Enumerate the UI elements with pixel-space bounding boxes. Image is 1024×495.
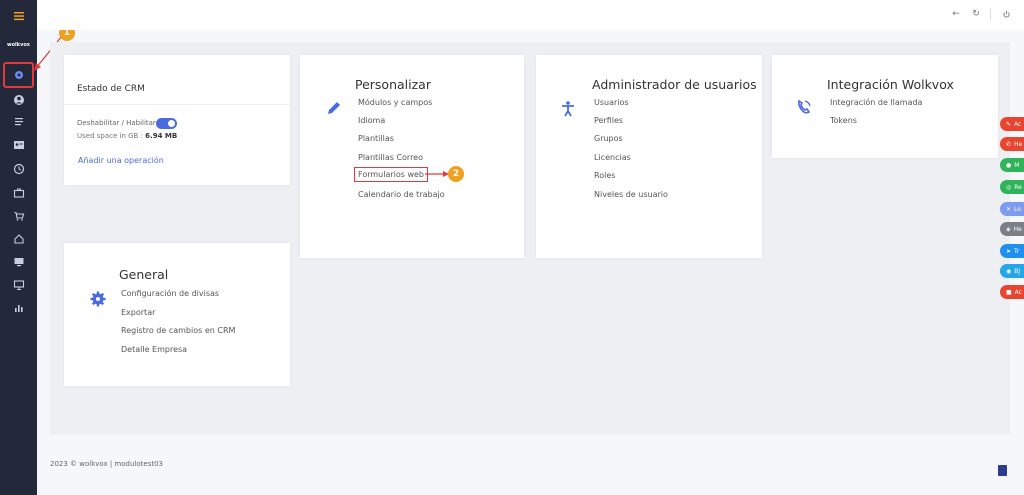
- accessibility-icon: [562, 101, 574, 117]
- sidebar-item-presentation[interactable]: [0, 274, 37, 296]
- settings-icon: [14, 71, 23, 79]
- home-icon: [13, 234, 24, 244]
- side-button-9[interactable]: ■ Ac: [1000, 285, 1024, 299]
- gear-icon: [90, 291, 106, 307]
- link-plantillas-correo[interactable]: Plantillas Correo: [358, 153, 423, 162]
- side-button-3-label: M: [1014, 161, 1020, 169]
- top-bar: ← ↻: [37, 0, 1024, 30]
- annotation-arrow-2: [425, 171, 449, 177]
- annotation-badge-2: 2: [448, 166, 464, 182]
- phone-icon: [798, 99, 811, 114]
- back-icon[interactable]: ←: [950, 8, 962, 20]
- sidebar-item-history[interactable]: [0, 158, 37, 180]
- refresh-icon[interactable]: ↻: [970, 8, 982, 20]
- side-button-9-label: Ac: [1014, 288, 1022, 296]
- divider: [64, 104, 290, 105]
- divider: [990, 8, 991, 20]
- link-configuracion-divisas[interactable]: Configuración de divisas: [121, 289, 219, 298]
- briefcase-icon: [13, 188, 24, 198]
- link-niveles-usuario[interactable]: Niveles de usuario: [594, 190, 668, 199]
- crm-status-card: Estado de CRM Deshabilitar / Habilitar U…: [64, 55, 290, 185]
- link-integracion-llamada[interactable]: Integración de llamada: [830, 98, 922, 107]
- presentation-icon: [13, 280, 24, 290]
- sidebar-item-home[interactable]: [0, 228, 37, 250]
- add-operation-link[interactable]: Añadir una operación: [78, 156, 164, 165]
- pencil-icon: [328, 102, 340, 114]
- toggle-label: Deshabilitar / Habilitar: [77, 119, 156, 127]
- side-button-8-label: BJ: [1014, 267, 1021, 275]
- general-card: General Configuración de divisas Exporta…: [64, 243, 290, 386]
- sidebar-item-chart[interactable]: [0, 297, 37, 319]
- sidebar-item-list[interactable]: [0, 111, 37, 133]
- side-button-5[interactable]: ✕ Lo: [1000, 202, 1024, 216]
- link-detalle-empresa[interactable]: Detalle Empresa: [121, 345, 187, 354]
- link-licencias[interactable]: Licencias: [594, 153, 631, 162]
- used-space-label: Used space in GB :: [77, 132, 143, 140]
- sidebar-item-monitor[interactable]: [0, 251, 37, 273]
- crm-card-title: Estado de CRM: [77, 84, 145, 94]
- power-icon[interactable]: [1000, 8, 1012, 20]
- cart-icon: [14, 211, 24, 221]
- admin-usuarios-card: Administrador de usuarios Usuarios Perfi…: [536, 55, 762, 258]
- sidebar-item-cart[interactable]: [0, 205, 37, 227]
- link-perfiles[interactable]: Perfiles: [594, 116, 623, 125]
- used-space-value: 6.94 MB: [145, 132, 178, 140]
- side-button-7[interactable]: ➤ Tr: [1000, 244, 1024, 258]
- link-formularios-web[interactable]: Formularios web: [354, 167, 429, 182]
- integracion-title: Integración Wolkvox: [827, 77, 954, 92]
- side-button-4[interactable]: ◎ Re: [1000, 180, 1024, 194]
- crm-enable-toggle[interactable]: [156, 118, 177, 129]
- sidebar-item-contacts[interactable]: [0, 134, 37, 156]
- side-button-6[interactable]: ◈ He: [1000, 222, 1024, 236]
- link-registro-cambios[interactable]: Registro de cambios en CRM: [121, 326, 235, 335]
- sidebar-item-user[interactable]: [0, 89, 37, 111]
- link-tokens[interactable]: Tokens: [830, 116, 857, 125]
- contact-card-icon: [13, 141, 24, 149]
- monitor-icon: [14, 258, 23, 267]
- link-roles[interactable]: Roles: [594, 171, 615, 180]
- link-idioma[interactable]: Idioma: [358, 116, 385, 125]
- admin-usuarios-title: Administrador de usuarios: [592, 77, 757, 92]
- footer-text: 2023 © wolkvox | modulotest03: [50, 460, 163, 468]
- personalizar-card: Personalizar Módulos y campos Idioma Pla…: [300, 55, 524, 258]
- bookmark-icon[interactable]: [998, 465, 1007, 476]
- link-modulos-campos[interactable]: Módulos y campos: [358, 98, 432, 107]
- side-button-1[interactable]: ✎ Ac: [1000, 117, 1024, 131]
- chart-icon: [14, 305, 23, 312]
- personalizar-title: Personalizar: [355, 77, 431, 92]
- sidebar-item-briefcase[interactable]: [0, 182, 37, 204]
- link-exportar[interactable]: Exportar: [121, 308, 155, 317]
- menu-icon[interactable]: [0, 5, 37, 27]
- link-grupos[interactable]: Grupos: [594, 134, 623, 143]
- side-button-2-label: He: [1014, 140, 1023, 148]
- side-button-2[interactable]: ✆ He: [1000, 137, 1024, 151]
- list-icon: [14, 118, 23, 126]
- side-button-3[interactable]: ● M: [1000, 158, 1024, 172]
- integracion-card: Integración Wolkvox Integración de llama…: [772, 55, 998, 158]
- general-title: General: [119, 267, 169, 282]
- side-button-6-label: He: [1013, 225, 1022, 233]
- side-button-5-label: Lo: [1014, 205, 1021, 213]
- side-button-4-label: Re: [1014, 183, 1022, 191]
- side-button-7-label: Tr: [1014, 247, 1020, 255]
- side-button-8[interactable]: ◉ BJ: [1000, 264, 1024, 278]
- user-icon: [13, 95, 24, 105]
- link-usuarios[interactable]: Usuarios: [594, 98, 629, 107]
- side-button-1-label: Ac: [1014, 120, 1022, 128]
- link-plantillas[interactable]: Plantillas: [358, 134, 394, 143]
- history-icon: [13, 163, 24, 175]
- link-calendario-trabajo[interactable]: Calendario de trabajo: [358, 190, 445, 199]
- used-space: Used space in GB : 6.94 MB: [77, 132, 177, 140]
- content-panel: Estado de CRM Deshabilitar / Habilitar U…: [50, 42, 1010, 435]
- logo-text: wolkvox: [6, 42, 30, 48]
